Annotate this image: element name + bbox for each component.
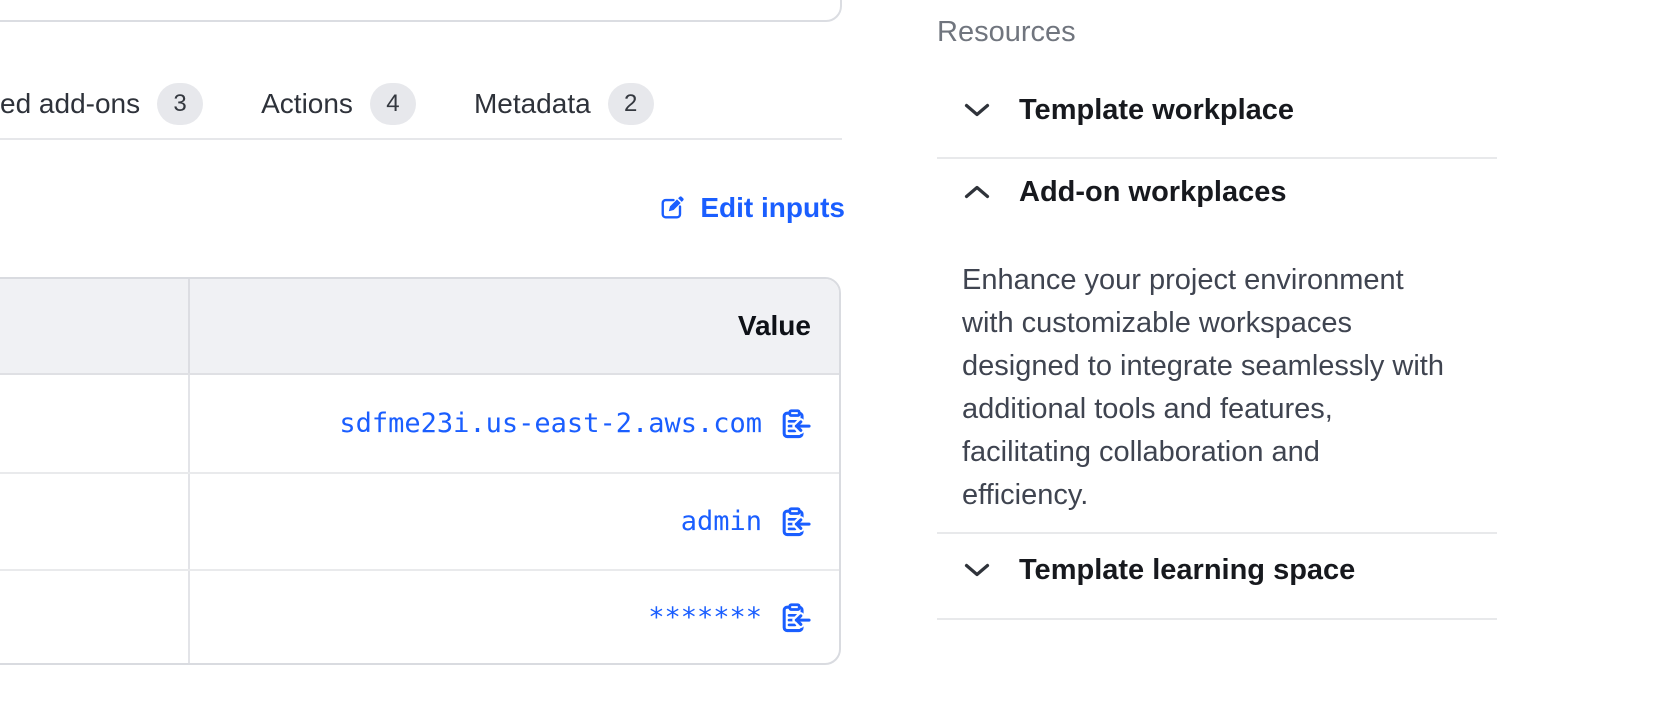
tab-bar-divider: [0, 138, 842, 140]
accordion-template-learning-space[interactable]: Template learning space: [937, 550, 1497, 590]
table-header-row: Value: [0, 279, 839, 375]
table-row: admin: [0, 474, 839, 571]
section-divider: [937, 618, 1497, 620]
edit-inputs-button[interactable]: Edit inputs: [657, 192, 845, 224]
chevron-up-icon: [964, 184, 990, 200]
tab-label: Metadata: [474, 88, 591, 120]
accordion-template-workplace[interactable]: Template workplace: [937, 90, 1497, 130]
value-column-header: Value: [738, 310, 811, 342]
previous-section-card: [0, 0, 842, 22]
table-header-key-cell: [0, 279, 190, 373]
table-row-key-cell: [0, 571, 190, 663]
copy-value-button[interactable]: [778, 407, 811, 440]
edit-pencil-square-icon: [657, 193, 687, 223]
tab-metadata[interactable]: Metadata 2: [474, 83, 654, 125]
input-value-username: admin: [681, 506, 762, 537]
tab-installed-add-ons[interactable]: ed add-ons 3: [0, 83, 203, 125]
tab-count-badge: 4: [370, 83, 416, 125]
tab-actions[interactable]: Actions 4: [261, 83, 416, 125]
table-row-key-cell: [0, 474, 190, 569]
input-value-host: sdfme23i.us-east-2.aws.com: [339, 408, 762, 439]
accordion-label: Template workplace: [1019, 94, 1294, 127]
input-value-password-masked: *******: [648, 602, 762, 633]
tab-count-badge: 2: [608, 83, 654, 125]
accordion-add-on-workplaces[interactable]: Add-on workplaces: [937, 172, 1497, 212]
edit-inputs-label: Edit inputs: [700, 192, 845, 224]
chevron-down-icon: [964, 102, 990, 118]
table-header-value-cell: Value: [190, 279, 839, 373]
section-divider: [937, 157, 1497, 159]
inputs-table: Value sdfme23i.us-east-2.aws.com admin: [0, 277, 841, 665]
accordion-label: Add-on workplaces: [1019, 176, 1287, 209]
copy-value-button[interactable]: [778, 601, 811, 634]
tab-label: ed add-ons: [0, 88, 140, 120]
section-divider: [937, 532, 1497, 534]
table-row: *******: [0, 571, 839, 663]
accordion-label: Template learning space: [1019, 554, 1355, 587]
table-row-key-cell: [0, 375, 190, 472]
tab-count-badge: 3: [157, 83, 203, 125]
add-on-workplaces-description: Enhance your project environment with cu…: [962, 259, 1467, 517]
resources-panel-title: Resources: [937, 16, 1076, 49]
table-row: sdfme23i.us-east-2.aws.com: [0, 375, 839, 474]
copy-value-button[interactable]: [778, 505, 811, 538]
chevron-down-icon: [964, 562, 990, 578]
tab-bar: ed add-ons 3 Actions 4 Metadata 2: [0, 80, 654, 128]
tab-label: Actions: [261, 88, 353, 120]
